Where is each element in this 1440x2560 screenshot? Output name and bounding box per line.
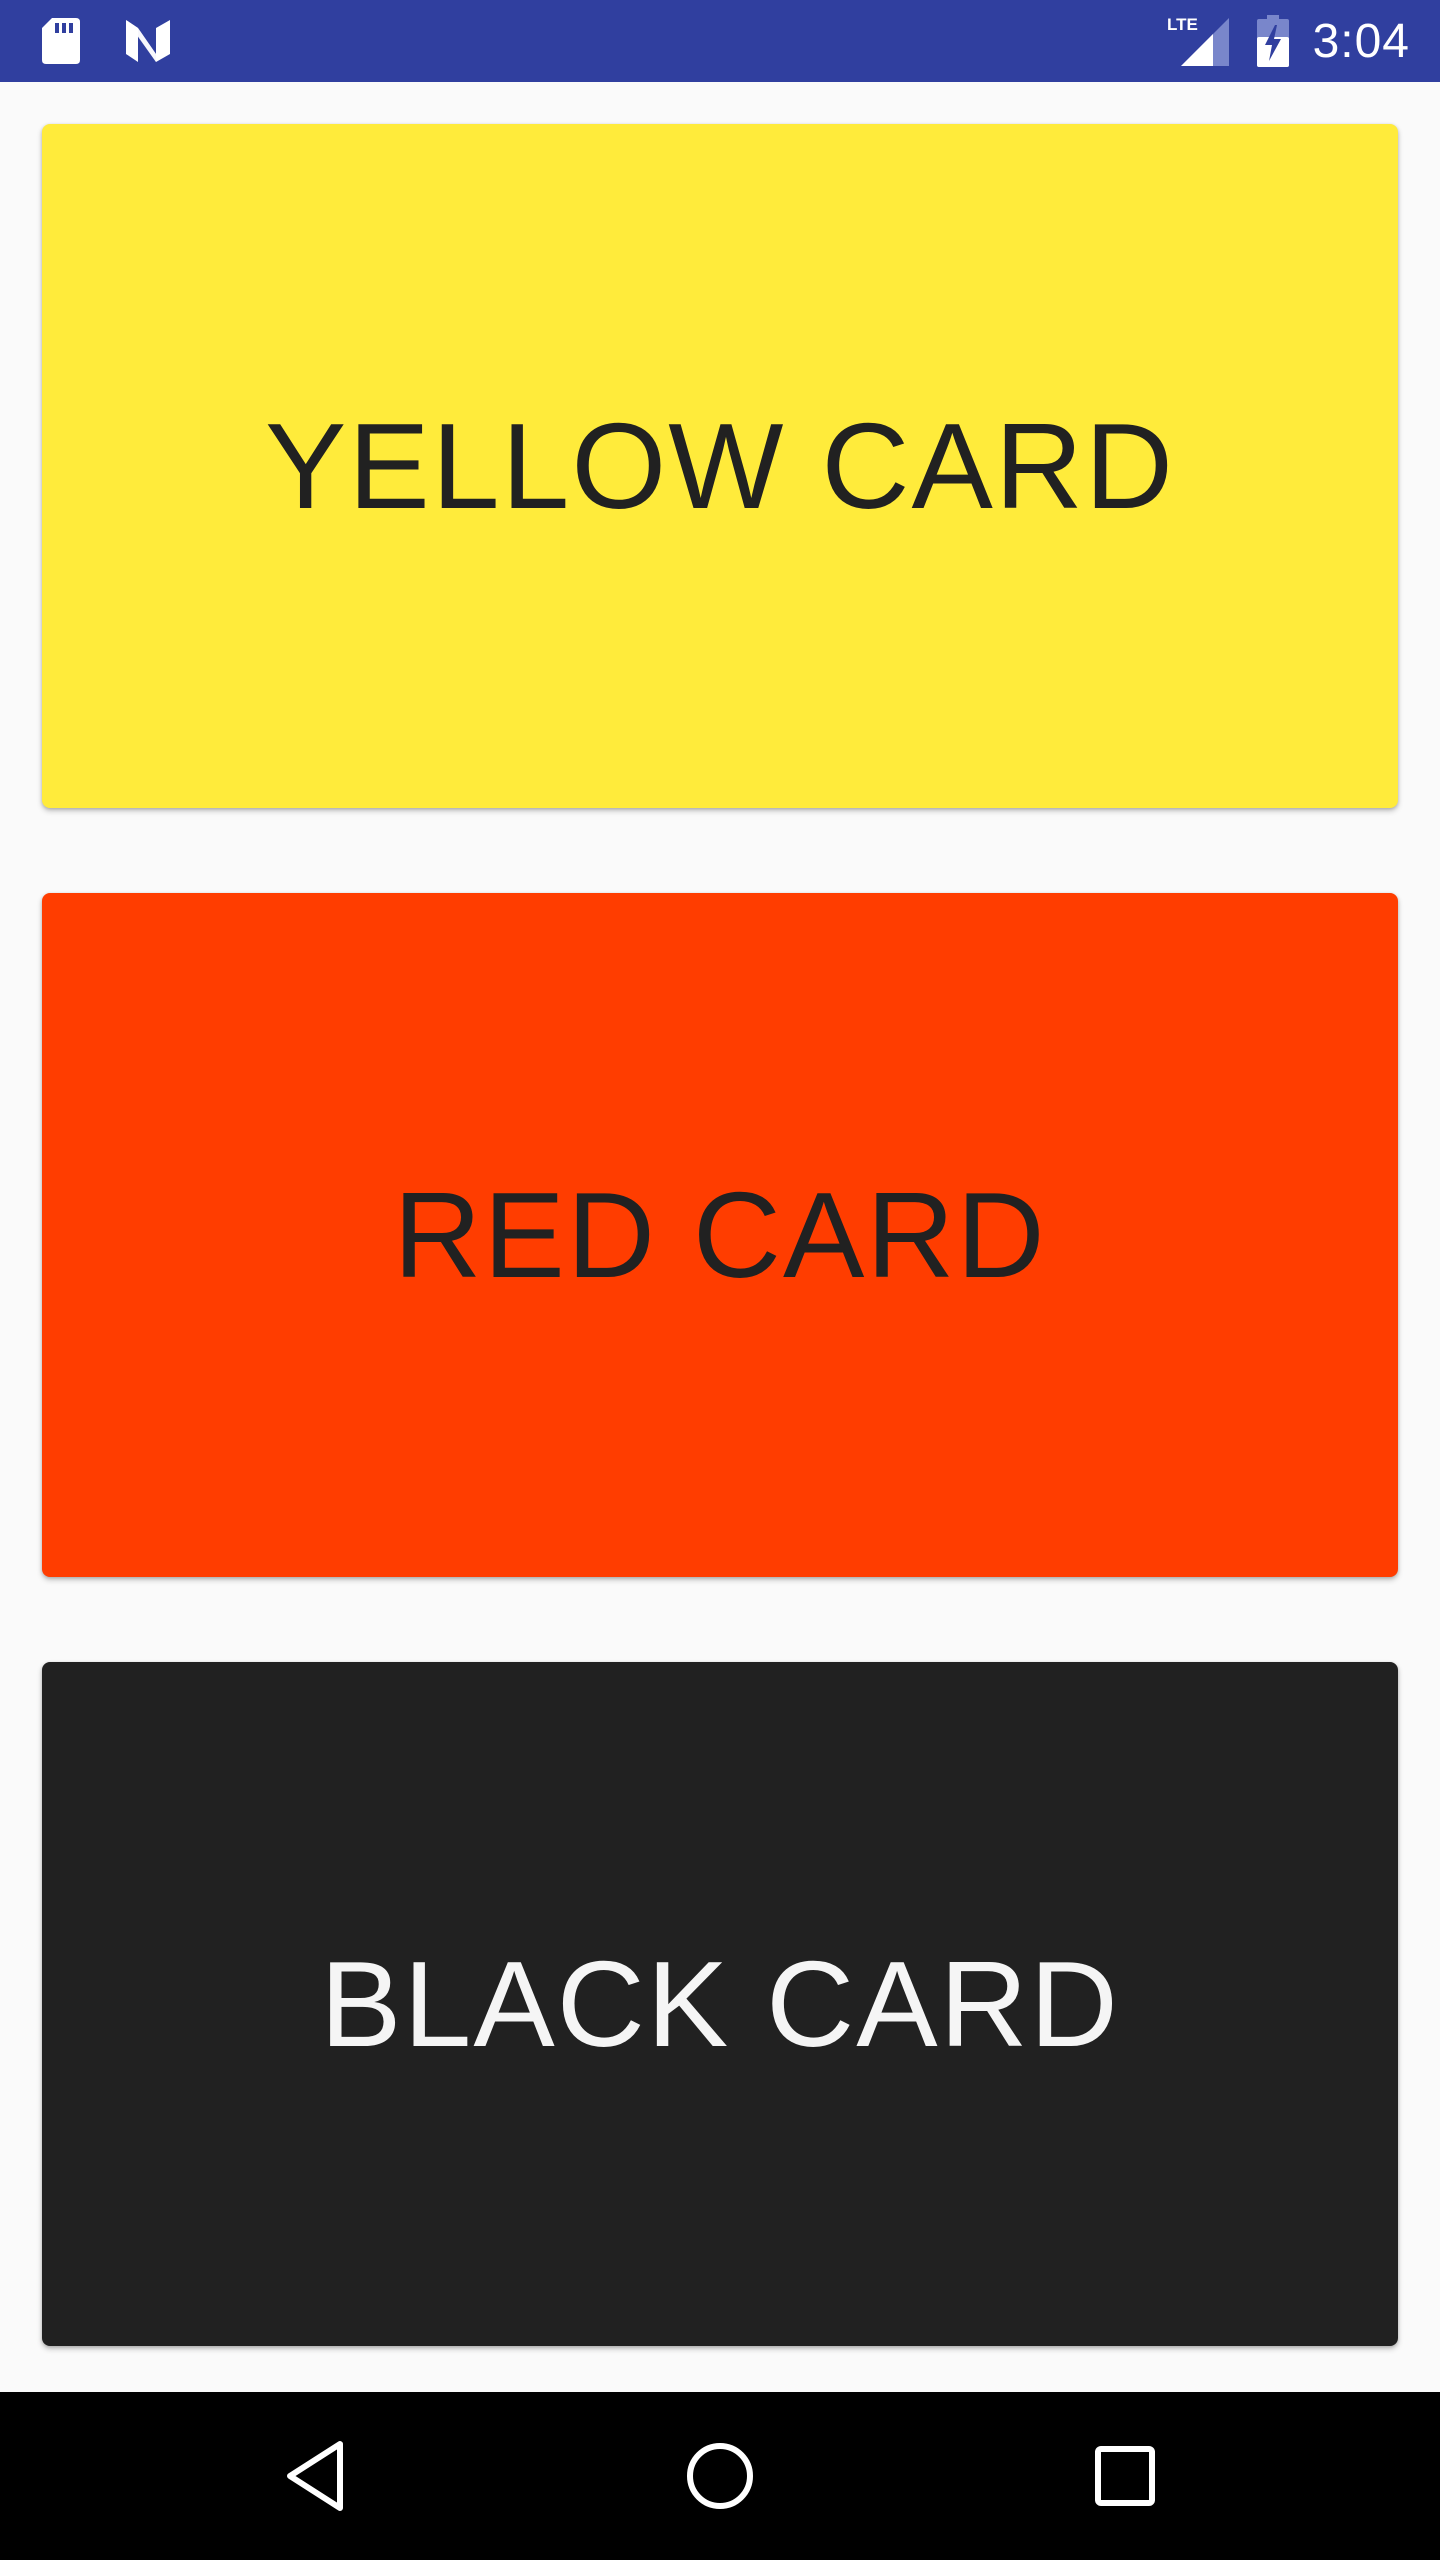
status-bar: LTE 3:04: [0, 0, 1440, 82]
back-button[interactable]: [217, 2392, 417, 2560]
sd-card-icon: [40, 16, 82, 66]
recents-icon: [1095, 2446, 1155, 2506]
back-icon: [287, 2441, 343, 2511]
black-card-label: BLACK CARD: [320, 1936, 1120, 2072]
yellow-card-label: YELLOW CARD: [264, 398, 1176, 534]
clock: 3:04: [1312, 14, 1410, 68]
red-card-label: RED CARD: [393, 1167, 1047, 1303]
black-card[interactable]: BLACK CARD: [42, 1662, 1398, 2346]
home-button[interactable]: [620, 2392, 820, 2560]
status-bar-notifications: [40, 0, 176, 82]
n-logo-icon: [122, 18, 176, 64]
lte-signal-icon: LTE: [1167, 14, 1233, 68]
red-card[interactable]: RED CARD: [42, 893, 1398, 1577]
lte-label: LTE: [1167, 15, 1198, 34]
recents-button[interactable]: [1025, 2392, 1225, 2560]
card-list[interactable]: YELLOW CARD RED CARD BLACK CARD: [0, 82, 1440, 2392]
navigation-bar: [0, 2392, 1440, 2560]
yellow-card[interactable]: YELLOW CARD: [42, 124, 1398, 808]
home-icon: [687, 2443, 753, 2509]
battery-charging-icon: [1255, 13, 1291, 69]
status-bar-system: LTE 3:04: [1167, 0, 1410, 82]
